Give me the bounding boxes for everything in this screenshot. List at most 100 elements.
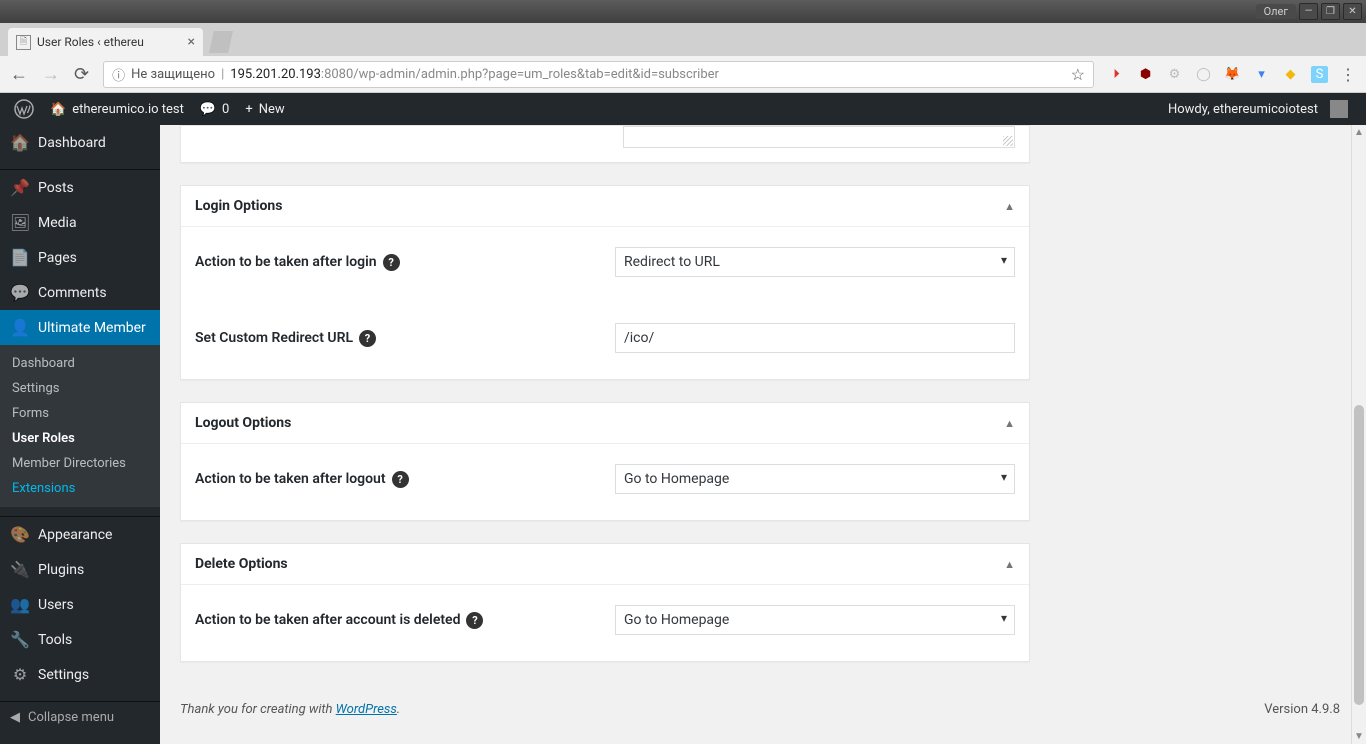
security-label: Не защищено: [131, 67, 215, 82]
help-icon[interactable]: ?: [466, 612, 483, 629]
submenu-user-roles[interactable]: User Roles: [0, 426, 160, 451]
wp-logo-icon[interactable]: [6, 93, 42, 125]
comment-icon: 💬: [200, 102, 216, 117]
metamask-icon[interactable]: 🦊: [1224, 66, 1241, 83]
login-action-select[interactable]: Redirect to URL: [615, 247, 1015, 277]
sidebar-item-tools[interactable]: 🔧Tools: [0, 622, 160, 657]
browser-menu-icon[interactable]: ⋮: [1340, 65, 1356, 84]
collapse-toggle-icon[interactable]: ▲: [1004, 558, 1015, 571]
brush-icon: 🎨: [10, 525, 30, 544]
scrollbar-thumb[interactable]: [1354, 405, 1364, 705]
sidebar-item-settings[interactable]: ⚙Settings: [0, 657, 160, 692]
delete-action-select[interactable]: Go to Homepage: [615, 605, 1015, 635]
help-icon[interactable]: ?: [383, 254, 400, 271]
plus-icon: +: [245, 102, 252, 117]
logout-options-header[interactable]: Logout Options ▲: [181, 403, 1029, 444]
logout-options-box: Logout Options ▲ Action to be taken afte…: [180, 402, 1030, 521]
submenu-member-directories[interactable]: Member Directories: [0, 451, 160, 476]
submenu-settings[interactable]: Settings: [0, 376, 160, 401]
site-name-link[interactable]: 🏠 ethereumico.io test: [42, 93, 192, 125]
extension-icon[interactable]: ⏵: [1108, 66, 1125, 83]
version-label: Version 4.9.8: [1264, 702, 1340, 717]
sidebar-item-appearance[interactable]: 🎨Appearance: [0, 517, 160, 552]
extension-icon[interactable]: ◯: [1195, 66, 1212, 83]
browser-tab-strip: 🗎 User Roles ‹ ethereu ×: [0, 23, 1366, 56]
extension-icon[interactable]: S: [1311, 66, 1328, 83]
submenu-extensions[interactable]: Extensions: [0, 476, 160, 501]
extension-icon[interactable]: ▾: [1253, 66, 1270, 83]
back-button[interactable]: ←: [10, 64, 28, 85]
bookmark-star-icon[interactable]: ☆: [1071, 65, 1085, 84]
logout-action-select[interactable]: Go to Homepage: [615, 464, 1015, 494]
forward-button[interactable]: →: [42, 64, 60, 85]
sidebar-item-ultimate-member[interactable]: 👤Ultimate Member: [0, 310, 160, 345]
address-bar[interactable]: ⓘ Не защищено | 195.201.20.193:8080/wp-a…: [103, 61, 1094, 88]
collapse-toggle-icon[interactable]: ▲: [1004, 417, 1015, 430]
os-titlebar: Олег — ❐ ✕: [0, 0, 1366, 23]
comments-link[interactable]: 💬 0: [192, 93, 238, 125]
sidebar-submenu: Dashboard Settings Forms User Roles Memb…: [0, 345, 160, 507]
ublock-icon[interactable]: ⬢: [1137, 66, 1154, 83]
vertical-scrollbar[interactable]: ▲ ▼: [1351, 125, 1366, 744]
admin-footer: Thank you for creating with WordPress. V…: [180, 684, 1340, 735]
dashboard-icon: 🏠: [10, 133, 30, 152]
sidebar-item-posts[interactable]: 📌Posts: [0, 170, 160, 205]
collapse-toggle-icon[interactable]: ▲: [1004, 200, 1015, 213]
sliders-icon: ⚙: [10, 665, 30, 684]
sidebar-item-pages[interactable]: 📄Pages: [0, 240, 160, 275]
window-close-button[interactable]: ✕: [1343, 3, 1362, 20]
help-icon[interactable]: ?: [359, 330, 376, 347]
sidebar-item-dashboard[interactable]: 🏠Dashboard: [0, 125, 160, 160]
wrench-icon: 🔧: [10, 630, 30, 649]
sidebar-item-media[interactable]: 🖼Media: [0, 205, 160, 240]
submenu-forms[interactable]: Forms: [0, 401, 160, 426]
pin-icon: 📌: [10, 178, 30, 197]
sidebar-item-comments[interactable]: 💬Comments: [0, 275, 160, 310]
extension-icon[interactable]: ◆: [1282, 66, 1299, 83]
window-maximize-button[interactable]: ❐: [1321, 3, 1340, 20]
delete-options-header[interactable]: Delete Options ▲: [181, 544, 1029, 585]
browser-tab[interactable]: 🗎 User Roles ‹ ethereu ×: [8, 28, 203, 56]
user-account-link[interactable]: Howdy, ethereumicoiotest: [1160, 100, 1356, 118]
collapse-icon: ◀: [10, 710, 20, 725]
avatar: [1330, 100, 1348, 118]
wordpress-link[interactable]: WordPress: [336, 702, 397, 717]
site-info-icon[interactable]: ⓘ: [112, 65, 125, 84]
reload-button[interactable]: ⟳: [74, 64, 89, 85]
sidebar-item-users[interactable]: 👥Users: [0, 587, 160, 622]
delete-options-box: Delete Options ▲ Action to be taken afte…: [180, 543, 1030, 662]
delete-action-label: Action to be taken after account is dele…: [195, 612, 460, 628]
plugin-icon: 🔌: [10, 560, 30, 579]
tab-favicon-icon: 🗎: [16, 35, 31, 50]
extension-icon[interactable]: ⚙: [1166, 66, 1183, 83]
window-minimize-button[interactable]: —: [1299, 3, 1318, 20]
url-path: :8080/wp-admin/admin.php?page=um_roles&t…: [321, 67, 719, 82]
redirect-url-label: Set Custom Redirect URL: [195, 330, 353, 346]
login-options-box: Login Options ▲ Action to be taken after…: [180, 185, 1030, 380]
extensions-area: ⏵ ⬢ ⚙ ◯ 🦊 ▾ ◆ S ⋮: [1108, 65, 1356, 84]
tab-title: User Roles ‹ ethereu: [37, 35, 182, 49]
os-user-label: Олег: [1256, 4, 1296, 19]
main-content: Login Options ▲ Action to be taken after…: [160, 125, 1366, 744]
new-content-link[interactable]: + New: [237, 93, 292, 125]
comment-icon: 💬: [10, 283, 30, 302]
media-icon: 🖼: [10, 213, 30, 232]
custom-message-textarea[interactable]: [623, 126, 1015, 148]
page-icon: 📄: [10, 248, 30, 267]
logout-action-label: Action to be taken after logout: [195, 471, 386, 487]
scroll-down-icon[interactable]: ▼: [1352, 729, 1366, 744]
sidebar-item-plugins[interactable]: 🔌Plugins: [0, 552, 160, 587]
login-action-label: Action to be taken after login: [195, 254, 377, 270]
tab-close-icon[interactable]: ×: [188, 34, 195, 50]
redirect-url-input[interactable]: [615, 323, 1015, 353]
login-options-header[interactable]: Login Options ▲: [181, 186, 1029, 227]
help-icon[interactable]: ?: [392, 471, 409, 488]
collapse-menu-button[interactable]: ◀Collapse menu: [0, 702, 160, 733]
scroll-up-icon[interactable]: ▲: [1352, 125, 1366, 140]
new-tab-button[interactable]: [209, 31, 233, 53]
browser-toolbar: ← → ⟳ ⓘ Не защищено | 195.201.20.193:808…: [0, 56, 1366, 93]
previous-postbox-partial: [180, 125, 1030, 163]
admin-sidebar: 🏠Dashboard 📌Posts 🖼Media 📄Pages 💬Comment…: [0, 125, 160, 744]
submenu-dashboard[interactable]: Dashboard: [0, 351, 160, 376]
users-icon: 👥: [10, 595, 30, 614]
